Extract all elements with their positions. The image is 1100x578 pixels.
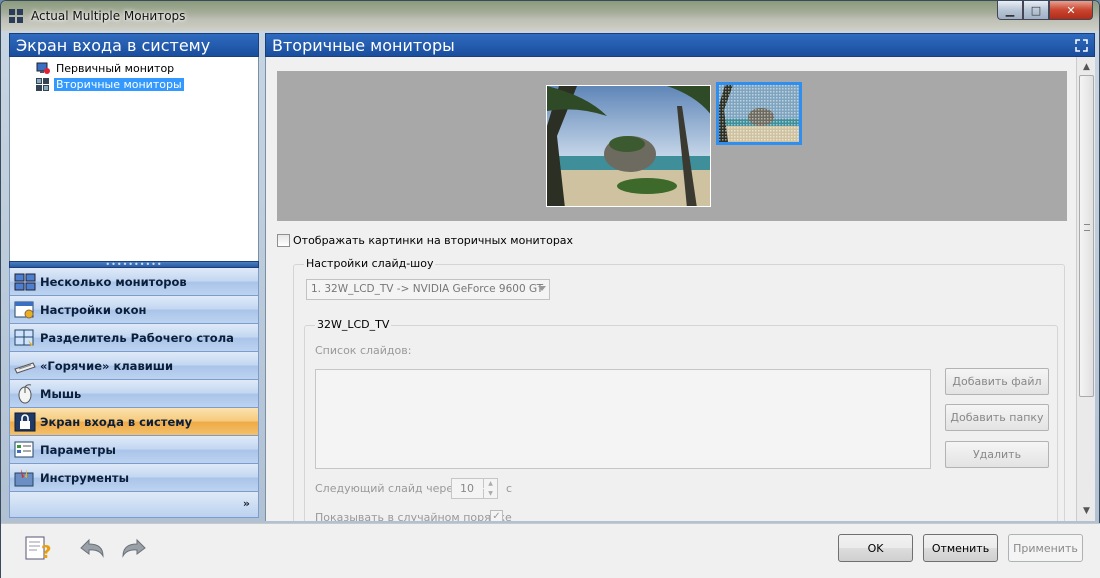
minimize-icon: ▁	[1005, 3, 1015, 17]
tree-item-label: Вторичные мониторы	[54, 78, 184, 91]
nav-item-label: Разделитель Рабочего стола	[40, 330, 234, 345]
show-pictures-checkbox[interactable]	[277, 234, 290, 247]
show-pictures-label: Отображать картинки на вторичных монитор…	[293, 234, 574, 247]
monitor-slides-group: 32W_LCD_TV Список слайдов: Добавить файл…	[304, 318, 1058, 521]
content-scrollbar[interactable]: ▲ ▼	[1076, 57, 1095, 521]
primary-monitor-icon	[36, 62, 50, 74]
delete-button[interactable]: Удалить	[945, 441, 1049, 468]
nav-item-hotkeys[interactable]: «Горячие» клавиши	[9, 352, 259, 380]
nav-footer: »	[9, 492, 259, 518]
add-folder-button[interactable]: Добавить папку	[945, 404, 1049, 431]
chevron-down-icon	[538, 286, 546, 291]
nav-item-desktop-divider[interactable]: Разделитель Рабочего стола	[9, 324, 259, 352]
maximize-button[interactable]: □	[1023, 1, 1049, 20]
scroll-thumb[interactable]	[1079, 75, 1094, 397]
minimize-button[interactable]: ▁	[997, 1, 1023, 20]
content-area: Отображать картинки на вторичных монитор…	[265, 57, 1076, 521]
scroll-up-icon[interactable]: ▲	[1079, 59, 1094, 75]
expand-icon[interactable]	[1075, 39, 1088, 52]
window-title: Actual Multiple Мониторs	[31, 9, 186, 23]
slideshow-settings-group: Настройки слайд-шоу 1. 32W_LCD_TV -> NVI…	[293, 257, 1065, 521]
settings-tree[interactable]: Первичный монитор Вторичные мониторы	[9, 57, 259, 261]
nav-item-window-settings[interactable]: Настройки окон	[9, 296, 259, 324]
title-bar[interactable]: Actual Multiple Мониторs ▁ □ ✕	[1, 1, 1099, 31]
window-settings-icon	[14, 301, 34, 318]
svg-text:?: ?	[41, 542, 51, 562]
beach-image-dithered	[719, 85, 799, 142]
tools-icon	[14, 468, 34, 486]
nav-item-label: Экран входа в систему	[40, 414, 193, 429]
nav-item-mouse[interactable]: Мышь	[9, 380, 259, 408]
panel-splitter[interactable]: ••••••••••	[9, 259, 259, 269]
maximize-icon: □	[1030, 3, 1042, 17]
monitor-select-value: 1. 32W_LCD_TV -> NVIDIA GeForce 9600 GT	[311, 283, 544, 295]
spin-up-icon[interactable]: ▲	[483, 479, 497, 488]
grip-icon	[1084, 224, 1090, 231]
nav-item-label: Инструменты	[40, 470, 129, 485]
spin-down-icon[interactable]: ▼	[483, 489, 497, 498]
monitor-group-legend: 32W_LCD_TV	[315, 318, 392, 331]
app-window: Actual Multiple Мониторs ▁ □ ✕ Экран вхо…	[0, 0, 1100, 578]
tree-item-secondary-monitors[interactable]: Вторичные мониторы	[36, 77, 184, 92]
monitor-preview	[277, 71, 1067, 221]
left-panel-header: Экран входа в систему	[9, 33, 259, 57]
help-icon[interactable]: ?	[23, 534, 55, 562]
secondary-monitor-thumbnail[interactable]	[716, 82, 802, 145]
nav-item-login-screen[interactable]: Экран входа в систему	[9, 408, 259, 436]
lock-icon	[14, 412, 36, 431]
show-pictures-row[interactable]: Отображать картинки на вторичных монитор…	[277, 234, 573, 247]
undo-icon[interactable]	[77, 534, 109, 562]
next-slide-label: Следующий слайд через:	[315, 482, 463, 495]
cancel-button[interactable]: Отменить	[923, 534, 998, 562]
slides-list[interactable]	[315, 369, 931, 469]
nav-item-options[interactable]: Параметры	[9, 436, 259, 464]
bottom-bar: ? OK Отменить Применить	[1, 523, 1100, 578]
mouse-icon	[18, 383, 32, 403]
nav-item-label: Настройки окон	[40, 302, 147, 317]
nav-item-multiple-monitors[interactable]: Несколько мониторов	[9, 268, 259, 296]
random-order-checkbox[interactable]: ✓	[490, 510, 503, 521]
next-slide-stepper[interactable]: 10 ▲ ▼	[451, 478, 498, 499]
right-panel-header: Вторичные мониторы	[265, 33, 1095, 57]
nav-item-tools[interactable]: Инструменты	[9, 464, 259, 492]
tree-item-label: Первичный монитор	[56, 62, 175, 75]
window-controls: ▁ □ ✕	[997, 1, 1093, 21]
monitor-select[interactable]: 1. 32W_LCD_TV -> NVIDIA GeForce 9600 GT	[306, 279, 550, 300]
secondary-monitors-icon	[36, 78, 49, 91]
chevron-double-down-icon[interactable]: »	[243, 497, 250, 510]
primary-monitor-thumbnail[interactable]	[546, 85, 711, 207]
nav-item-label: Параметры	[40, 442, 116, 457]
monitors-icon	[14, 273, 36, 290]
app-icon	[9, 9, 23, 23]
scroll-down-icon[interactable]: ▼	[1079, 503, 1094, 519]
next-slide-unit: с	[506, 482, 513, 495]
options-icon	[14, 441, 34, 457]
page-title: Вторичные мониторы	[272, 36, 455, 55]
keyboard-icon	[14, 361, 36, 374]
random-order-label: Показывать в случайном порядке	[315, 511, 512, 521]
ok-button[interactable]: OK	[838, 534, 913, 562]
nav-item-label: Мышь	[40, 386, 82, 401]
navigation-list: Несколько мониторов Настройки окон Разде…	[9, 268, 259, 518]
nav-item-label: «Горячие» клавиши	[40, 358, 174, 373]
beach-image	[547, 86, 710, 206]
next-slide-value: 10	[460, 482, 474, 495]
desktop-divider-icon	[14, 329, 34, 346]
redo-icon[interactable]	[117, 534, 149, 562]
slideshow-settings-legend: Настройки слайд-шоу	[304, 257, 436, 270]
add-file-button[interactable]: Добавить файл	[945, 368, 1049, 395]
close-icon: ✕	[1066, 3, 1076, 17]
close-button[interactable]: ✕	[1049, 1, 1093, 20]
tree-item-primary-monitor[interactable]: Первичный монитор	[36, 61, 176, 76]
splitter-grip-icon: ••••••••••	[105, 259, 163, 269]
slides-list-label: Список слайдов:	[315, 344, 412, 357]
apply-button[interactable]: Применить	[1008, 534, 1083, 562]
nav-item-label: Несколько мониторов	[40, 274, 187, 289]
